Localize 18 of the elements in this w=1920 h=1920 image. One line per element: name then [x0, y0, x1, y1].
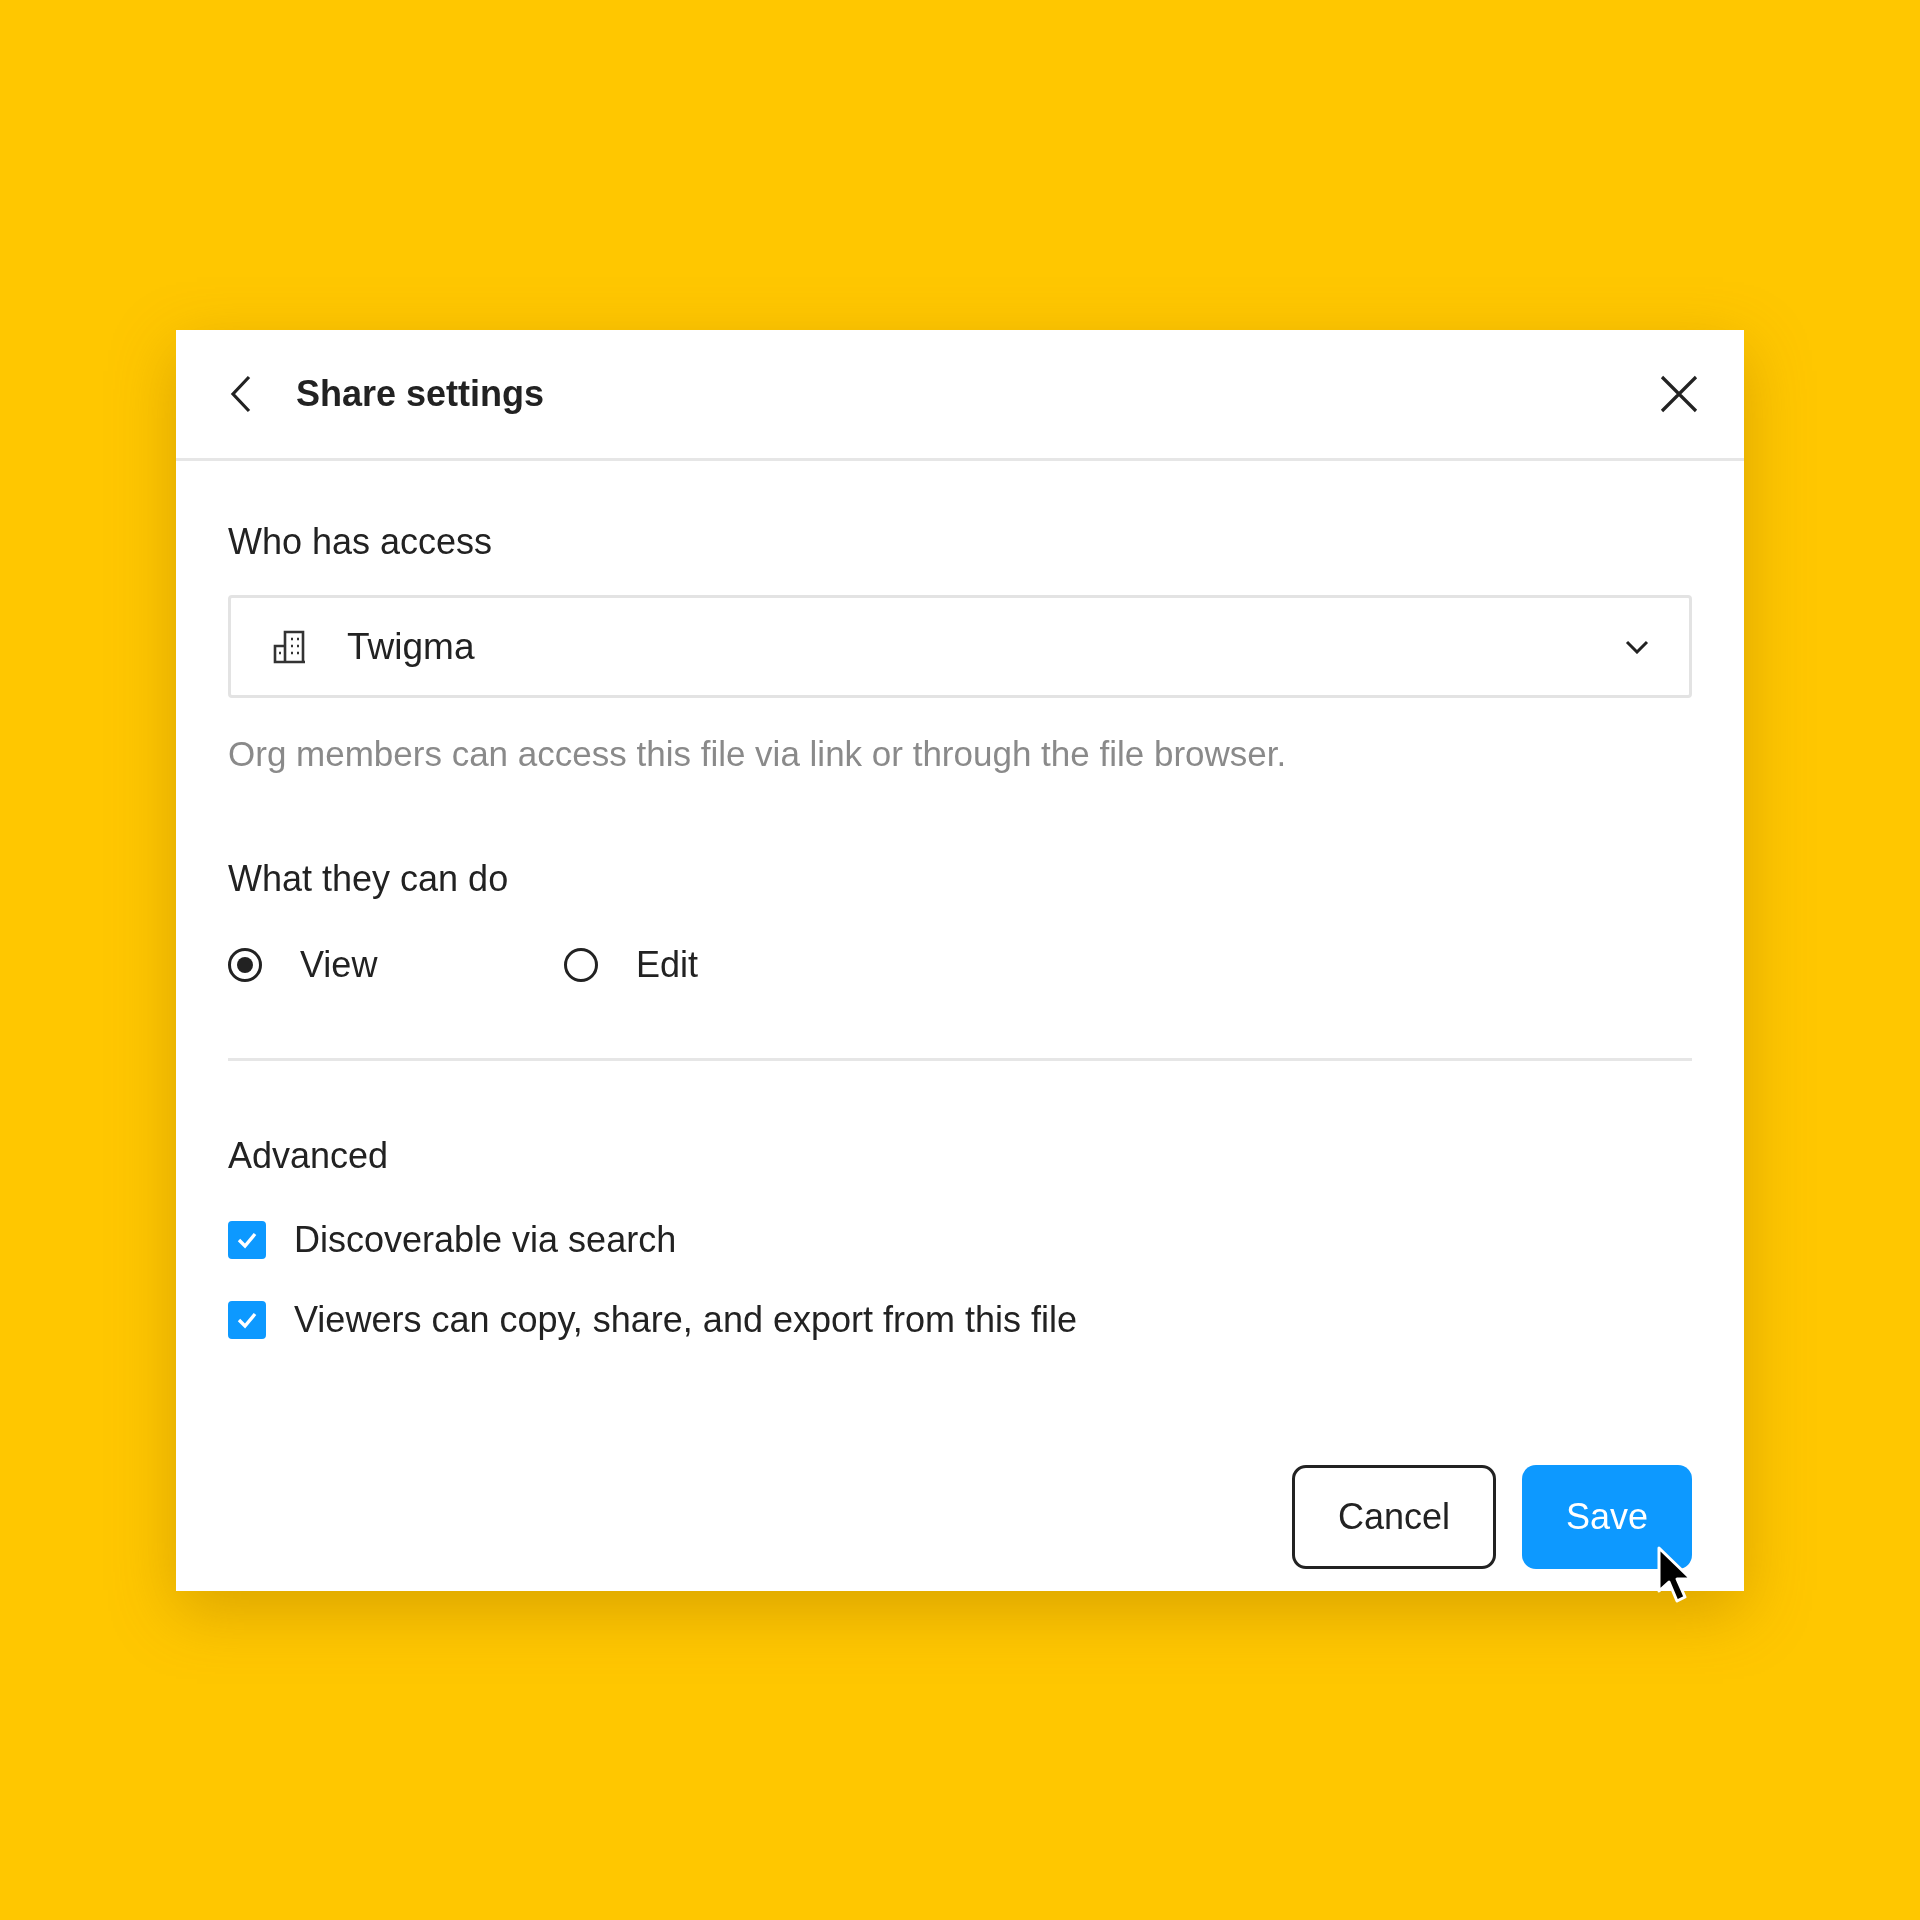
section-heading: Advanced — [228, 1135, 390, 1177]
cancel-button[interactable]: Cancel — [1292, 1465, 1496, 1569]
checkbox[interactable] — [228, 1301, 266, 1339]
dialog-title: Share settings — [296, 373, 546, 415]
checkbox[interactable] — [228, 1221, 266, 1259]
building-icon — [273, 629, 307, 664]
checkbox-label: Discoverable via search — [294, 1219, 677, 1261]
help-text: Org members can access this file via link or through the file browser. — [228, 734, 1288, 774]
section-heading: What they can do — [228, 858, 510, 900]
chevron-down-icon — [1625, 639, 1649, 654]
access-dropdown[interactable]: Twigma — [228, 595, 1692, 698]
close-icon[interactable] — [1660, 375, 1698, 413]
section-heading: Who has access — [228, 521, 494, 563]
radio-button[interactable] — [228, 948, 262, 982]
checkbox-label: Viewers can copy, share, and export from this file — [294, 1299, 1078, 1341]
radio-label: Edit — [636, 944, 699, 986]
radio-button[interactable] — [564, 948, 598, 982]
radio-label: View — [300, 944, 378, 986]
